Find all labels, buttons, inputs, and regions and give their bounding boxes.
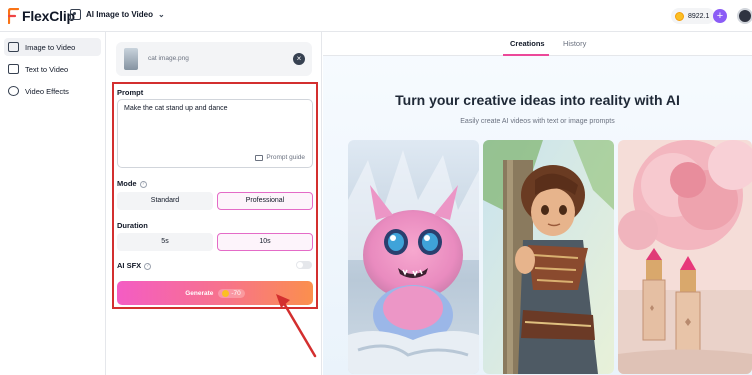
tool-selector-label: AI Image to Video	[86, 10, 153, 19]
prompt-text: Make the cat stand up and dance	[124, 105, 228, 112]
active-tab-indicator	[503, 54, 549, 56]
duration-label: Duration	[117, 221, 148, 230]
sidebar-item-text-to-video[interactable]: Text to Video	[4, 60, 101, 78]
example-card-monster[interactable]	[348, 140, 479, 374]
tab-bar: Creations History	[323, 32, 752, 56]
coin-icon	[222, 289, 230, 297]
mode-section-label: Mode?	[117, 179, 147, 188]
boy-image	[483, 140, 614, 374]
sfx-toggle[interactable]	[296, 261, 312, 269]
uploaded-file-card[interactable]: cat image.png ×	[116, 42, 312, 76]
generate-label: Generate	[185, 289, 214, 297]
prompt-guide-label: Prompt guide	[266, 154, 305, 161]
add-credits-button[interactable]: +	[713, 9, 727, 23]
sfx-section-label: AI SFX?	[117, 261, 152, 270]
tool-selector[interactable]: AI Image to Video ⌄	[70, 9, 165, 20]
tab-history[interactable]: History	[563, 39, 586, 48]
effects-icon	[8, 86, 19, 96]
info-icon[interactable]: ?	[139, 180, 147, 188]
prompt-label: Prompt	[117, 88, 144, 97]
main-area: Creations History Turn your creative ide…	[323, 32, 752, 375]
generate-button[interactable]: Generate -70	[117, 281, 313, 305]
credits-value: 8922.1	[688, 12, 710, 20]
duration-5s-button[interactable]: 5s	[117, 233, 213, 251]
monster-image	[348, 140, 479, 374]
avatar[interactable]	[737, 8, 752, 24]
sidebar-item-label: Video Effects	[25, 86, 69, 96]
prompt-input[interactable]: Make the cat stand up and dance Prompt g…	[117, 99, 313, 168]
ai-video-icon	[70, 9, 81, 20]
hero-title: Turn your creative ideas into reality wi…	[395, 92, 680, 108]
lipstick-image	[618, 140, 752, 374]
credits-badge[interactable]: 8922.1	[671, 8, 716, 24]
duration-10s-button[interactable]: 10s	[217, 233, 313, 251]
sidebar: Image to Video Text to Video Video Effec…	[0, 32, 106, 375]
generate-cost: -70	[231, 289, 241, 297]
generate-cost-badge: -70	[218, 288, 245, 298]
example-card-boy[interactable]	[483, 140, 614, 374]
sidebar-item-image-to-video[interactable]: Image to Video	[4, 38, 101, 56]
book-icon	[255, 154, 264, 161]
tab-creations[interactable]: Creations	[510, 39, 545, 48]
coin-icon	[675, 11, 684, 21]
hero-subtitle: Easily create AI videos with text or ima…	[460, 118, 615, 125]
chevron-down-icon: ⌄	[157, 10, 165, 19]
sidebar-item-video-effects[interactable]: Video Effects	[4, 82, 101, 100]
file-thumbnail	[124, 48, 138, 70]
flexclip-logo[interactable]: FlexClip	[8, 8, 75, 24]
example-card-lipstick[interactable]	[618, 140, 752, 374]
mode-standard-button[interactable]: Standard	[117, 192, 213, 210]
sidebar-item-label: Image to Video	[25, 42, 76, 52]
settings-panel: cat image.png × Prompt Make the cat stan…	[106, 32, 322, 375]
mode-professional-button[interactable]: Professional	[217, 192, 313, 210]
sidebar-item-label: Text to Video	[25, 64, 69, 74]
mode-label: Mode	[117, 179, 137, 188]
logo-text: FlexClip	[22, 8, 75, 24]
info-icon[interactable]: ?	[144, 262, 152, 270]
file-name: cat image.png	[148, 55, 189, 62]
logo-mark-icon	[8, 8, 20, 24]
remove-file-button[interactable]: ×	[293, 53, 305, 65]
sfx-label: AI SFX	[117, 261, 142, 270]
text-icon	[8, 64, 19, 74]
image-icon	[8, 42, 19, 52]
top-bar: FlexClip AI Image to Video ⌄ 8922.1 +	[0, 0, 752, 32]
prompt-guide-link[interactable]: Prompt guide	[255, 154, 305, 161]
